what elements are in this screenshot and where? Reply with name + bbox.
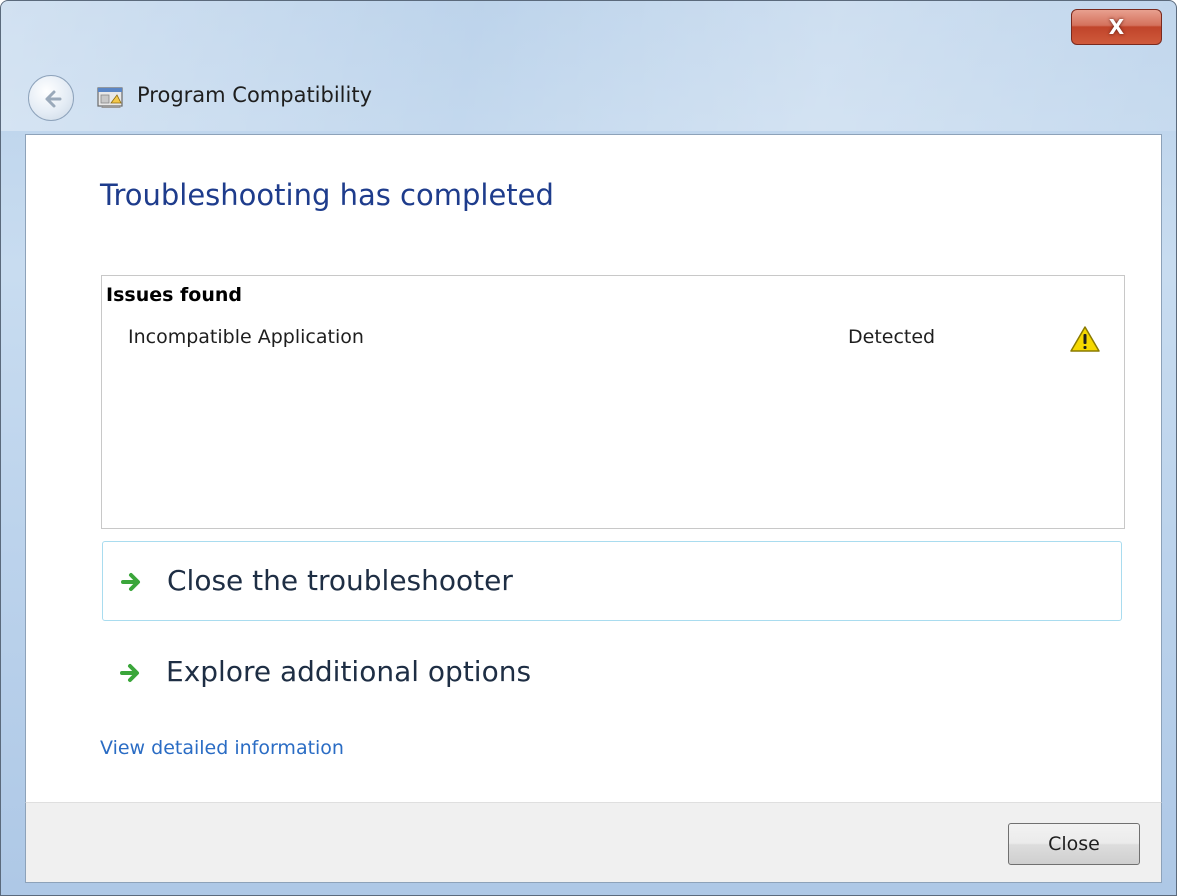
close-icon: X: [1108, 15, 1125, 39]
view-detailed-information-link[interactable]: View detailed information: [100, 737, 344, 759]
page-title: Troubleshooting has completed: [100, 178, 554, 212]
explore-options-label: Explore additional options: [166, 655, 532, 688]
issue-name: Incompatible Application: [128, 326, 364, 348]
warning-icon: [1070, 326, 1100, 352]
issues-list: Issues found Incompatible Application De…: [101, 275, 1125, 529]
back-arrow-icon: [45, 90, 62, 108]
close-troubleshooter-option[interactable]: Close the troubleshooter: [102, 541, 1122, 621]
close-troubleshooter-label: Close the troubleshooter: [167, 564, 513, 597]
program-compatibility-window: X Program Compatibility Troubleshooting …: [0, 0, 1177, 896]
footer-bar: Close: [25, 802, 1162, 883]
green-arrow-icon: [121, 573, 140, 591]
back-button[interactable]: [28, 75, 74, 121]
issues-header: Issues found: [106, 284, 242, 306]
close-button[interactable]: Close: [1008, 823, 1140, 865]
explore-options-option[interactable]: Explore additional options: [102, 633, 1122, 713]
content-area: Troubleshooting has completed Issues fou…: [25, 134, 1162, 802]
window-close-button[interactable]: X: [1071, 9, 1162, 45]
program-compatibility-icon: [97, 87, 123, 108]
issue-status: Detected: [848, 326, 936, 348]
title-bar-glass: [1, 1, 1176, 131]
green-arrow-icon: [120, 664, 139, 682]
window-title: Program Compatibility: [137, 83, 373, 107]
